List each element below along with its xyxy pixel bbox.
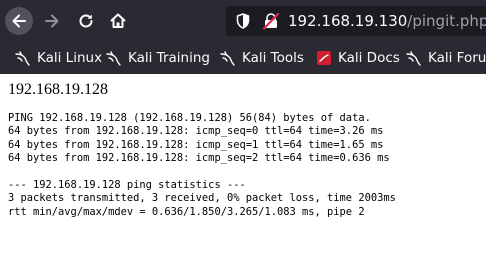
forward-button[interactable] (38, 7, 66, 35)
ping-header-line: PING 192.168.19.128 (192.168.19.128) 56(… (8, 112, 371, 124)
reload-button[interactable] (72, 7, 100, 35)
bookmark-label: Kali Training (128, 50, 210, 66)
ping-rtt-summary: rtt min/avg/max/mdev = 0.636/1.850/3.265… (8, 205, 365, 218)
bookmarks-toolbar: Kali Linux Kali Training Kali Tools Kali… (0, 42, 486, 74)
kali-dragon-icon (406, 51, 421, 66)
bookmark-label: Kali Linux (37, 50, 103, 66)
kali-dragon-icon (15, 51, 30, 66)
ping-statistics-header: --- 192.168.19.128 ping statistics --- (8, 179, 246, 192)
bookmark-label: Kali Tools (242, 50, 304, 66)
ping-output: PING 192.168.19.128 (192.168.19.128) 56(… (8, 112, 396, 219)
address-bar[interactable]: 192.168.19.130/pingit.php (226, 6, 486, 36)
bookmark-kali-docs[interactable]: Kali Docs (316, 47, 400, 69)
kali-docs-icon (317, 51, 331, 65)
insecure-lock-icon[interactable] (262, 12, 280, 35)
ping-reply-line: 64 bytes from 192.168.19.128: icmp_seq=0… (8, 125, 384, 138)
bookmark-kali-forums[interactable]: Kali Forums (406, 47, 486, 69)
page-title: 192.168.19.128 (8, 81, 108, 98)
arrow-left-icon (12, 14, 26, 28)
bookmark-kali-training[interactable]: Kali Training (106, 47, 210, 69)
bookmark-label: Kali Forums (428, 50, 486, 66)
shield-icon[interactable] (236, 13, 250, 34)
browser-chrome: 192.168.19.130/pingit.php Kali Linux Kal… (0, 0, 486, 74)
page-content: 192.168.19.128 PING 192.168.19.128 (192.… (0, 74, 486, 254)
url-host: 192.168.19.130 (288, 12, 408, 30)
url-text[interactable]: 192.168.19.130/pingit.php (288, 11, 486, 31)
kali-dragon-icon (106, 51, 121, 66)
bookmark-label: Kali Docs (338, 50, 400, 66)
url-path: /pingit.php (407, 12, 486, 30)
bookmark-kali-linux[interactable]: Kali Linux (15, 47, 102, 69)
bookmark-kali-tools[interactable]: Kali Tools (220, 47, 304, 69)
home-button[interactable] (104, 7, 132, 35)
reload-icon (79, 14, 93, 28)
ping-reply-line: 64 bytes from 192.168.19.128: icmp_seq=1… (8, 138, 384, 151)
ping-packet-summary: 3 packets transmitted, 3 received, 0% pa… (8, 192, 396, 205)
home-icon (110, 13, 126, 28)
back-button[interactable] (5, 7, 33, 35)
arrow-right-icon (45, 14, 59, 28)
ping-reply-line: 64 bytes from 192.168.19.128: icmp_seq=2… (8, 152, 390, 165)
kali-dragon-icon (220, 51, 235, 66)
navigation-toolbar: 192.168.19.130/pingit.php (0, 0, 486, 42)
